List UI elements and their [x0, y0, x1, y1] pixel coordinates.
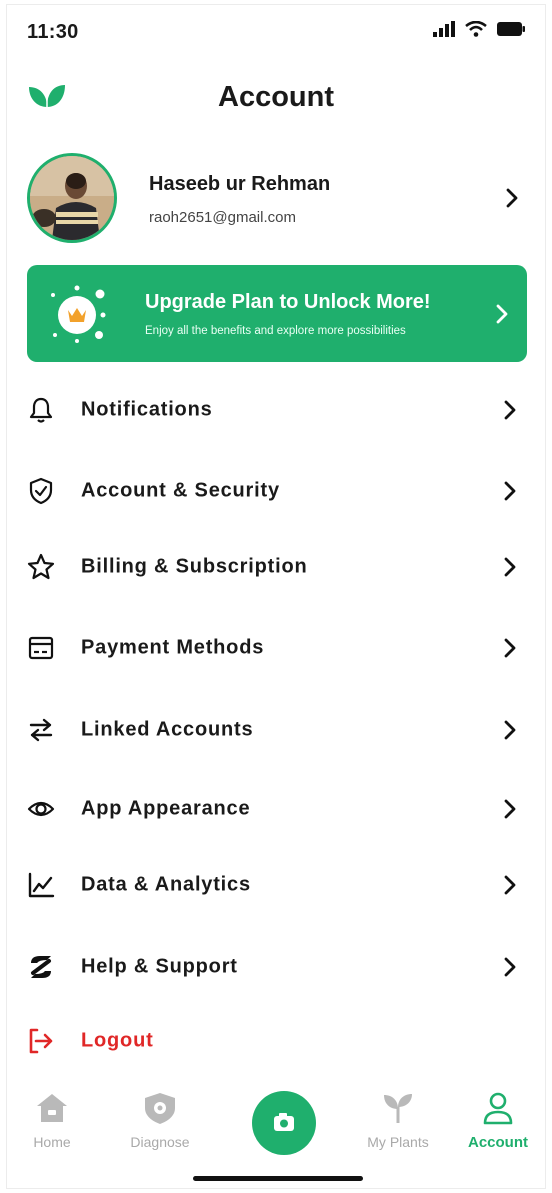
logout-icon	[29, 1028, 53, 1054]
status-icons	[433, 21, 525, 37]
menu-item-linked-accounts[interactable]: Linked Accounts	[7, 702, 545, 758]
nav-account[interactable]: Account	[453, 1091, 543, 1151]
profile-email: raoh2651@gmail.com	[149, 209, 296, 226]
upgrade-subtitle: Enjoy all the benefits and explore more …	[145, 325, 406, 337]
diagnose-icon	[145, 1093, 175, 1124]
app-frame: 11:30 Account Haseeb ur Rehman raoh2651@…	[6, 4, 546, 1189]
crown-icon	[51, 285, 106, 343]
menu-label: Payment Methods	[81, 636, 265, 659]
menu-label: Account & Security	[81, 479, 280, 502]
sprout-icon	[384, 1094, 412, 1123]
shield-check-icon	[29, 477, 53, 505]
nav-label: My Plants	[367, 1134, 429, 1150]
chart-line-icon	[28, 872, 55, 898]
nav-label: Home	[33, 1134, 71, 1150]
menu-label: Logout	[81, 1029, 154, 1052]
upgrade-banner[interactable]: Upgrade Plan to Unlock More! Enjoy all t…	[27, 265, 527, 362]
upgrade-title: Upgrade Plan to Unlock More!	[145, 291, 431, 313]
nav-my-plants[interactable]: My Plants	[353, 1091, 443, 1150]
menu-item-help-support[interactable]: Help & Support	[7, 939, 545, 995]
menu-item-logout[interactable]: Logout	[7, 1013, 545, 1069]
profile-card[interactable]: Haseeb ur Rehman raoh2651@gmail.com	[27, 153, 533, 243]
bottom-nav: Home Diagnose My Plants Account	[7, 1085, 545, 1165]
status-time: 11:30	[27, 21, 79, 43]
chevron-right-icon	[504, 400, 516, 420]
chevron-right-icon	[504, 875, 516, 895]
swap-arrows-icon	[29, 718, 53, 742]
menu-label: Linked Accounts	[81, 718, 254, 741]
eye-icon	[27, 801, 55, 817]
home-icon	[37, 1094, 67, 1122]
home-indicator[interactable]	[193, 1176, 363, 1181]
menu-label: Help & Support	[81, 955, 238, 978]
help-icon	[31, 956, 51, 978]
menu-label: Notifications	[81, 398, 213, 421]
bell-icon	[29, 397, 53, 423]
card-icon	[28, 636, 54, 660]
chevron-right-icon	[504, 957, 516, 977]
nav-label: Diagnose	[130, 1134, 190, 1150]
chevron-right-icon	[504, 557, 516, 577]
chevron-right-icon	[504, 799, 516, 819]
profile-name: Haseeb ur Rehman	[149, 173, 331, 195]
page-title: Account	[218, 81, 334, 113]
menu-item-payment-methods[interactable]: Payment Methods	[7, 620, 545, 676]
menu-item-data-analytics[interactable]: Data & Analytics	[7, 857, 545, 913]
camera-button[interactable]	[252, 1091, 316, 1155]
nav-home[interactable]: Home	[7, 1091, 97, 1150]
nav-diagnose[interactable]: Diagnose	[115, 1091, 205, 1150]
menu-label: Data & Analytics	[81, 873, 251, 896]
chevron-right-icon	[504, 720, 516, 740]
chevron-right-icon	[506, 188, 518, 208]
battery-icon	[497, 22, 525, 36]
user-icon	[483, 1092, 513, 1125]
chevron-right-icon	[504, 481, 516, 501]
star-icon	[27, 553, 55, 580]
signal-icon	[433, 21, 455, 37]
chevron-right-icon	[496, 304, 508, 323]
menu-item-notifications[interactable]: Notifications	[7, 382, 545, 438]
avatar[interactable]	[27, 153, 117, 243]
camera-icon	[274, 1113, 294, 1131]
status-bar: 11:30	[7, 5, 545, 59]
menu-item-billing-subscription[interactable]: Billing & Subscription	[7, 539, 545, 595]
menu-item-account-security[interactable]: Account & Security	[7, 463, 545, 519]
header: Account	[7, 71, 545, 123]
nav-label: Account	[468, 1134, 528, 1151]
menu-label: Billing & Subscription	[81, 555, 308, 578]
menu-label: App Appearance	[81, 797, 251, 820]
menu-item-app-appearance[interactable]: App Appearance	[7, 781, 545, 837]
chevron-right-icon	[504, 638, 516, 658]
wifi-icon	[465, 21, 487, 37]
